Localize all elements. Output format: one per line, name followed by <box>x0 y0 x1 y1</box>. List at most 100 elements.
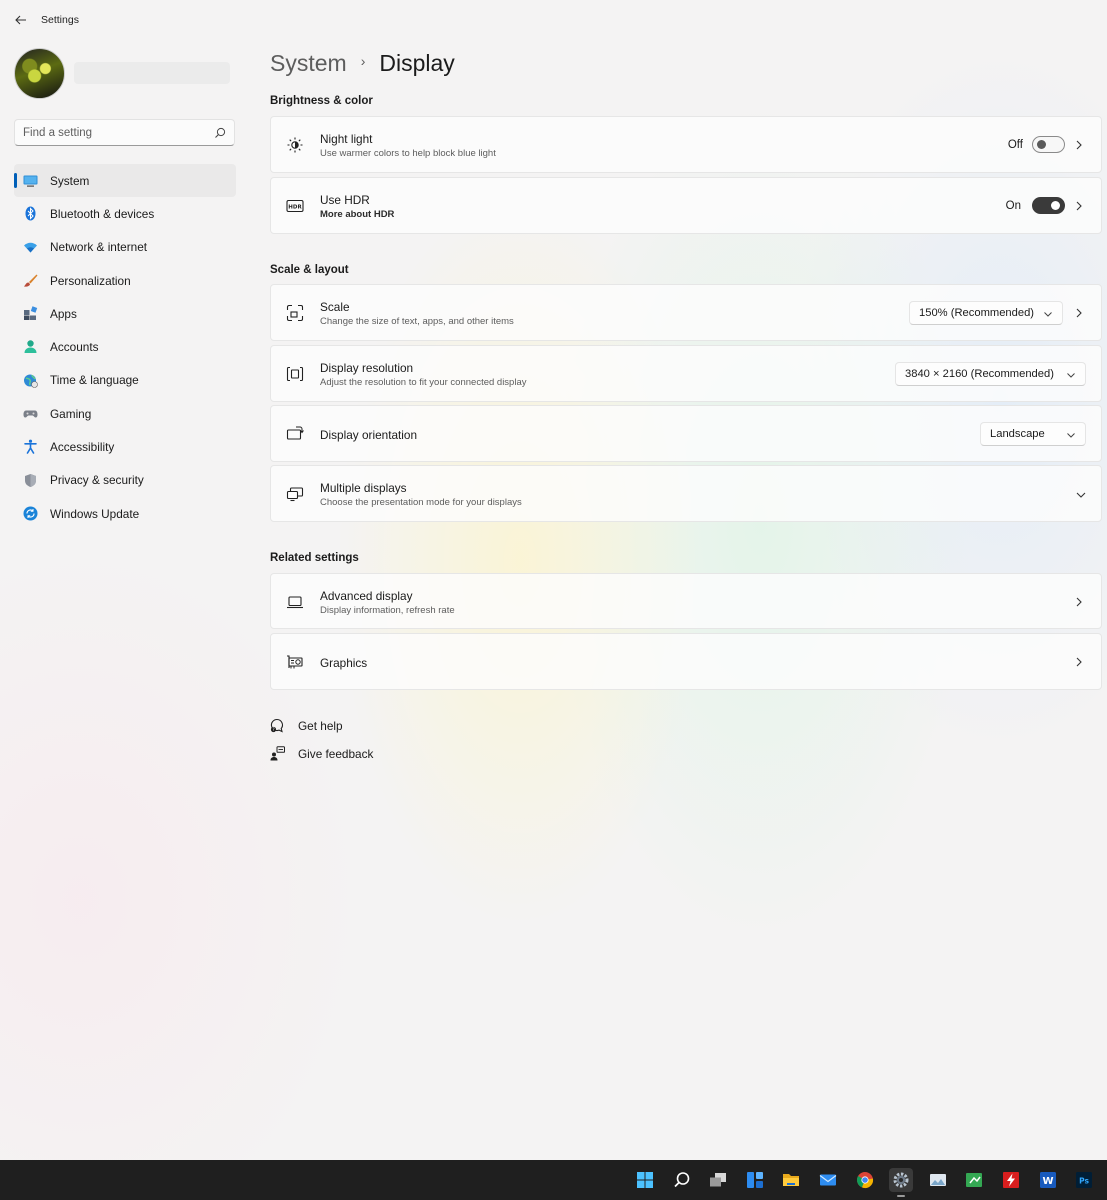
sidebar-item-label: Gaming <box>50 406 92 421</box>
night-light-toggle[interactable] <box>1032 136 1065 153</box>
chrome-icon <box>857 1172 874 1189</box>
advanced-display-card[interactable]: Advanced display Display information, re… <box>270 573 1102 629</box>
multiple-displays-subtitle: Choose the presentation mode for your di… <box>320 497 522 508</box>
task-view-button[interactable] <box>706 1168 730 1192</box>
sidebar-item-time-language[interactable]: Time & language <box>14 364 236 397</box>
sidebar-item-label: Personalization <box>50 273 131 288</box>
give-feedback-icon <box>270 746 285 761</box>
laptop-icon <box>287 596 303 609</box>
multiple-displays-title: Multiple displays <box>320 481 407 495</box>
advanced-display-title: Advanced display <box>320 589 413 603</box>
sidebar-item-label: Windows Update <box>50 506 140 521</box>
night-light-card[interactable]: Night light Use warmer colors to help bl… <box>270 116 1102 173</box>
display-resolution-card: Display resolution Adjust the resolution… <box>270 345 1102 402</box>
flash-app-icon <box>1003 1172 1019 1188</box>
chevron-down-icon <box>1044 312 1052 317</box>
avatar[interactable] <box>14 48 65 99</box>
graphics-card-icon <box>287 655 303 669</box>
hdr-card[interactable]: HDR Use HDR More about HDR On <box>270 177 1102 234</box>
search-input[interactable] <box>23 125 203 141</box>
mail-button[interactable] <box>816 1168 840 1192</box>
start-button[interactable] <box>633 1168 657 1192</box>
more-about-hdr-link[interactable]: More about HDR <box>320 209 394 220</box>
resolution-dropdown-value: 3840 × 2160 (Recommended) <box>905 368 1054 380</box>
toggle-knob <box>1051 201 1060 210</box>
mail-icon <box>819 1174 837 1186</box>
resolution-dropdown[interactable]: 3840 × 2160 (Recommended) <box>895 362 1086 386</box>
system-icon <box>23 175 38 187</box>
spreadsheet-app-button[interactable] <box>962 1168 986 1192</box>
file-explorer-icon <box>783 1174 799 1186</box>
sidebar-item-personalization[interactable]: Personalization <box>14 264 236 297</box>
section-title-related: Related settings <box>270 552 359 564</box>
hdr-toggle[interactable] <box>1032 197 1065 214</box>
display-orientation-card: Display orientation Landscape <box>270 405 1102 462</box>
search-icon <box>674 1172 690 1188</box>
svg-text:?: ? <box>272 727 274 732</box>
svg-text:HDR: HDR <box>288 205 302 211</box>
toggle-knob <box>1037 140 1046 149</box>
sidebar-item-network[interactable]: Network & internet <box>14 231 236 264</box>
sidebar-item-system[interactable]: System <box>14 164 236 198</box>
file-explorer-button[interactable] <box>779 1168 803 1192</box>
word-icon: W <box>1040 1172 1056 1188</box>
breadcrumb: System › Display <box>270 47 455 79</box>
flash-app-button[interactable] <box>999 1168 1023 1192</box>
sidebar-item-label: Bluetooth & devices <box>50 206 155 221</box>
multiple-displays-card[interactable]: Multiple displays Choose the presentatio… <box>270 465 1102 522</box>
get-help-link[interactable]: ? Get help <box>270 718 343 733</box>
scale-subtitle: Change the size of text, apps, and other… <box>320 316 514 327</box>
get-help-label: Get help <box>298 718 343 733</box>
settings-taskbar-button[interactable] <box>889 1168 913 1197</box>
word-button[interactable]: W <box>1036 1168 1060 1192</box>
display-resolution-icon <box>286 366 304 382</box>
sidebar-item-privacy-security[interactable]: Privacy & security <box>14 464 236 497</box>
photoshop-button[interactable]: Ps <box>1072 1168 1096 1192</box>
sidebar-item-windows-update[interactable]: Windows Update <box>14 497 236 530</box>
chevron-right-icon <box>1076 140 1082 150</box>
accessibility-icon <box>24 439 37 455</box>
bluetooth-icon <box>25 206 36 221</box>
search-icon[interactable] <box>214 127 226 139</box>
chrome-button[interactable] <box>853 1168 877 1192</box>
shield-icon <box>25 473 36 487</box>
sidebar-item-apps[interactable]: Apps <box>14 297 236 330</box>
hdr-title: Use HDR <box>320 193 370 207</box>
orientation-dropdown[interactable]: Landscape <box>980 422 1086 446</box>
night-light-title: Night light <box>320 132 373 146</box>
display-orientation-title: Display orientation <box>320 428 418 442</box>
give-feedback-label: Give feedback <box>298 746 374 761</box>
chevron-down-icon[interactable] <box>1076 490 1086 500</box>
widgets-button[interactable] <box>743 1168 767 1192</box>
chevron-down-icon <box>1067 373 1075 378</box>
photo-viewer-button[interactable] <box>926 1168 950 1192</box>
night-light-subtitle: Use warmer colors to help block blue lig… <box>320 148 496 159</box>
orientation-dropdown-value: Landscape <box>990 428 1045 440</box>
give-feedback-link[interactable]: Give feedback <box>270 746 373 761</box>
accounts-icon <box>24 340 37 354</box>
scale-dropdown-value: 150% (Recommended) <box>919 307 1035 319</box>
hdr-state-label: On <box>1005 200 1021 212</box>
search-box[interactable] <box>14 119 235 146</box>
personalization-brush-icon <box>24 274 38 287</box>
sidebar-item-accessibility[interactable]: Accessibility <box>14 430 236 463</box>
graphics-card[interactable]: Graphics <box>270 633 1102 690</box>
page-title: Display <box>379 49 455 76</box>
breadcrumb-parent[interactable]: System <box>270 50 347 77</box>
photo-viewer-icon <box>930 1174 946 1186</box>
chevron-down-icon <box>1067 433 1075 438</box>
scale-icon <box>286 304 304 322</box>
sidebar-item-gaming[interactable]: Gaming <box>14 397 236 430</box>
scale-dropdown[interactable]: 150% (Recommended) <box>909 301 1063 325</box>
sidebar-item-accounts[interactable]: Accounts <box>14 330 236 363</box>
sidebar-item-bluetooth[interactable]: Bluetooth & devices <box>14 197 236 230</box>
display-orientation-icon <box>286 426 304 440</box>
photoshop-icon: Ps <box>1076 1172 1092 1188</box>
graphics-title: Graphics <box>320 656 368 670</box>
sidebar-item-label: System <box>50 173 90 188</box>
taskbar-search-button[interactable] <box>670 1168 694 1192</box>
chevron-right-icon <box>1076 201 1082 211</box>
back-arrow-icon[interactable] <box>12 11 30 29</box>
scale-card[interactable]: Scale Change the size of text, apps, and… <box>270 284 1102 341</box>
sidebar-item-label: Accessibility <box>50 440 115 455</box>
